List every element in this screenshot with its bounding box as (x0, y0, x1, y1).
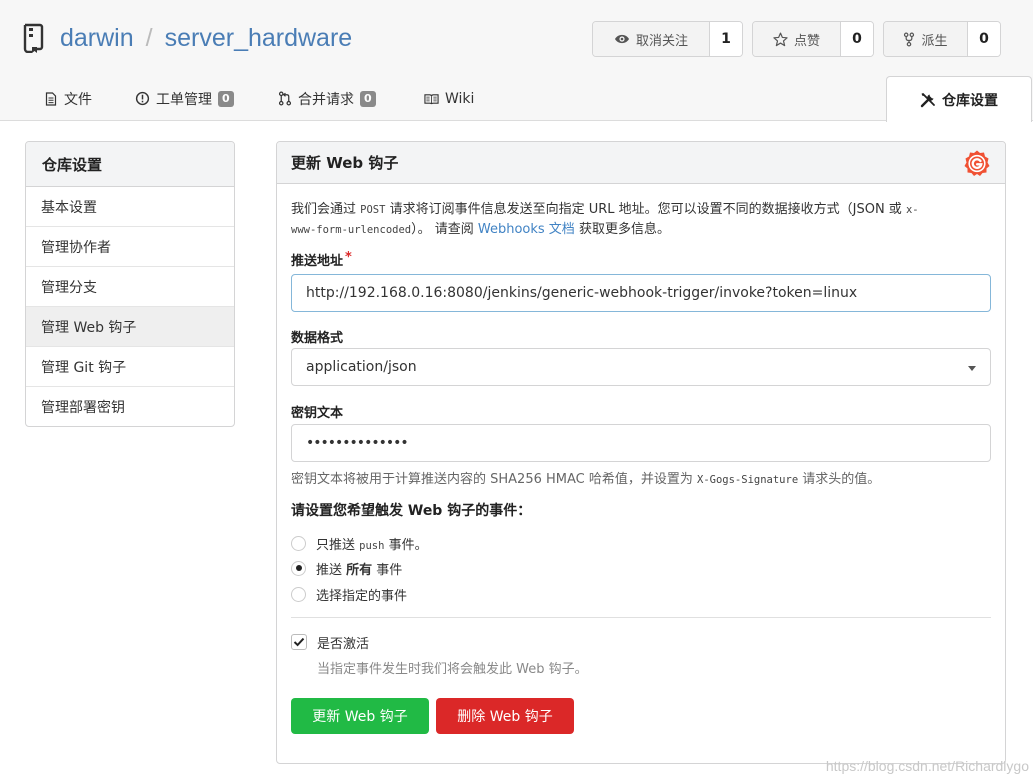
required-mark: * (345, 250, 352, 265)
active-checkbox[interactable] (291, 634, 307, 650)
settings-sidebar: 仓库设置 基本设置 管理协作者 管理分支 管理 Web 钩子 管理 Git 钩子… (25, 141, 235, 427)
watermark: https://blog.csdn.net/Richardlygo (825, 758, 1029, 774)
tab-files[interactable]: 文件 (44, 76, 92, 121)
desc-code-form-2: www-form-urlencoded (291, 224, 412, 236)
repo-title: darwin / server_hardware (22, 20, 352, 56)
fork-count[interactable]: 0 (968, 22, 1000, 56)
tab-pull-requests-label: 合并请求 (298, 91, 354, 108)
radio-push-only[interactable] (291, 535, 306, 551)
book-icon (424, 93, 439, 104)
event-option-push-only[interactable]: 只推送 push 事件。 (291, 533, 428, 553)
content-type-value: application/json (306, 359, 417, 375)
star-label: 点赞 (793, 33, 820, 49)
tab-files-label: 文件 (64, 91, 92, 108)
tab-settings[interactable]: 仓库设置 (886, 76, 1032, 122)
active-option[interactable]: 是否激活 (291, 632, 369, 652)
payload-url-label: 推送地址 * (291, 250, 352, 269)
repo-owner-link[interactable]: darwin (60, 24, 134, 53)
desc-text-2: 请求将订阅事件信息发送至向指定 URL 地址。您可以设置不同的数据接收方式（JS… (385, 202, 906, 217)
issue-icon (135, 91, 150, 106)
star-button[interactable]: 点赞 (753, 22, 841, 56)
radio-choose-events[interactable] (291, 586, 306, 602)
event-option-all[interactable]: 推送 所有 事件 (291, 558, 402, 578)
checkmark-icon (293, 637, 305, 647)
sidebar-item-git-hooks[interactable]: 管理 Git 钩子 (26, 347, 234, 387)
pull-requests-count-badge: 0 (360, 90, 376, 107)
file-icon (45, 91, 57, 106)
radio-all-events[interactable] (291, 560, 306, 576)
payload-url-input[interactable]: http://192.168.0.16:8080/jenkins/generic… (291, 274, 991, 312)
content-type-label: 数据格式 (291, 331, 344, 346)
eye-icon (614, 34, 629, 44)
desc-text-4: 获取更多信息。 (574, 222, 670, 237)
secret-hint-text-2: 请求头的值。 (798, 472, 881, 487)
tab-issues-label: 工单管理 (156, 91, 212, 108)
sidebar-item-webhooks[interactable]: 管理 Web 钩子 (26, 307, 234, 347)
event-push-only-label: 只推送 push 事件。 (316, 534, 428, 553)
active-hint: 当指定事件发生时我们将会触发此 Web 钩子。 (317, 662, 588, 677)
panel-header: 更新 Web 钩子 (277, 142, 1005, 184)
payload-url-label-text: 推送地址 (291, 254, 344, 269)
unwatch-button[interactable]: 取消关注 (593, 22, 710, 56)
unwatch-label: 取消关注 (635, 33, 688, 49)
tools-icon (920, 92, 935, 107)
events-label: 请设置您希望触发 Web 钩子的事件： (291, 503, 532, 519)
sidebar-title: 仓库设置 (26, 142, 234, 187)
tab-settings-label: 仓库设置 (942, 92, 998, 109)
repo-tabs: 文件 工单管理 0 合并请求 0 Wiki 仓库设置 (0, 76, 1033, 122)
gogs-logo-icon (964, 150, 990, 176)
event-all-label: 推送 所有 事件 (316, 559, 402, 578)
desc-code-form-1: x- (905, 204, 919, 216)
event-push-only-text-2: 事件。 (384, 537, 428, 553)
webhook-form-panel: 更新 Web 钩子 我们会通过 POST 请求将订阅事件信息发送至向指定 URL… (276, 141, 1006, 764)
issues-count-badge: 0 (218, 90, 234, 107)
secret-input[interactable]: •••••••••••••• (291, 424, 991, 462)
form-title: 更新 Web 钩子 (291, 154, 399, 172)
sidebar-item-deploy-keys[interactable]: 管理部署密钥 (26, 387, 234, 426)
chevron-down-icon (968, 366, 976, 371)
event-push-only-text-1: 只推送 (316, 537, 360, 553)
repo-name-link[interactable]: server_hardware (165, 24, 353, 53)
star-count[interactable]: 0 (841, 22, 873, 56)
fork-button[interactable]: 派生 (884, 22, 968, 56)
webhook-description: 我们会通过 POST 请求将订阅事件信息发送至向指定 URL 地址。您可以设置不… (291, 200, 991, 240)
webhooks-docs-link[interactable]: Webhooks 文档 (478, 222, 575, 237)
desc-code-post: POST (360, 204, 386, 216)
active-label: 是否激活 (317, 636, 370, 652)
tab-pull-requests[interactable]: 合并请求 0 (278, 76, 376, 121)
desc-text-1: 我们会通过 (291, 202, 361, 217)
event-push-only-code: push (359, 539, 385, 552)
desc-text-3: ）。 请查阅 (411, 222, 478, 237)
event-all-text-2: 事件 (372, 562, 403, 578)
form-divider (291, 617, 991, 618)
secret-hint-header-code: X-Gogs-Signature (697, 474, 799, 486)
watch-count[interactable]: 1 (710, 22, 742, 56)
event-all-bold: 所有 (346, 562, 373, 578)
repo-header: darwin / server_hardware 取消关注 1 点赞 0 派生 … (0, 0, 1033, 122)
tab-wiki-label: Wiki (445, 90, 475, 107)
secret-hint-text-1: 密钥文本将被用于计算推送内容的 SHA256 HMAC 哈希值，并设置为 (291, 472, 697, 487)
event-choose-label: 选择指定的事件 (316, 588, 408, 604)
tab-wiki[interactable]: Wiki (424, 76, 474, 121)
star-button-group: 点赞 0 (752, 21, 874, 57)
star-icon (773, 32, 788, 46)
unwatch-button-group: 取消关注 1 (592, 21, 743, 57)
content-type-select[interactable]: application/json (291, 348, 991, 386)
sidebar-item-options[interactable]: 基本设置 (26, 187, 234, 227)
secret-hint: 密钥文本将被用于计算推送内容的 SHA256 HMAC 哈希值，并设置为 X-G… (291, 468, 880, 487)
event-option-choose[interactable]: 选择指定的事件 (291, 584, 407, 604)
breadcrumb-separator: / (145, 23, 153, 52)
tab-issues[interactable]: 工单管理 0 (135, 76, 234, 121)
event-all-text-1: 推送 (316, 562, 347, 578)
update-webhook-button[interactable]: 更新 Web 钩子 (291, 698, 429, 734)
repo-icon (23, 23, 44, 53)
sidebar-item-branches[interactable]: 管理分支 (26, 267, 234, 307)
secret-label: 密钥文本 (291, 406, 344, 421)
fork-button-group: 派生 0 (883, 21, 1001, 57)
delete-webhook-button[interactable]: 删除 Web 钩子 (436, 698, 574, 734)
sidebar-item-collaborators[interactable]: 管理协作者 (26, 227, 234, 267)
fork-label: 派生 (921, 33, 948, 49)
fork-icon (904, 32, 915, 46)
pull-request-icon (278, 91, 292, 106)
